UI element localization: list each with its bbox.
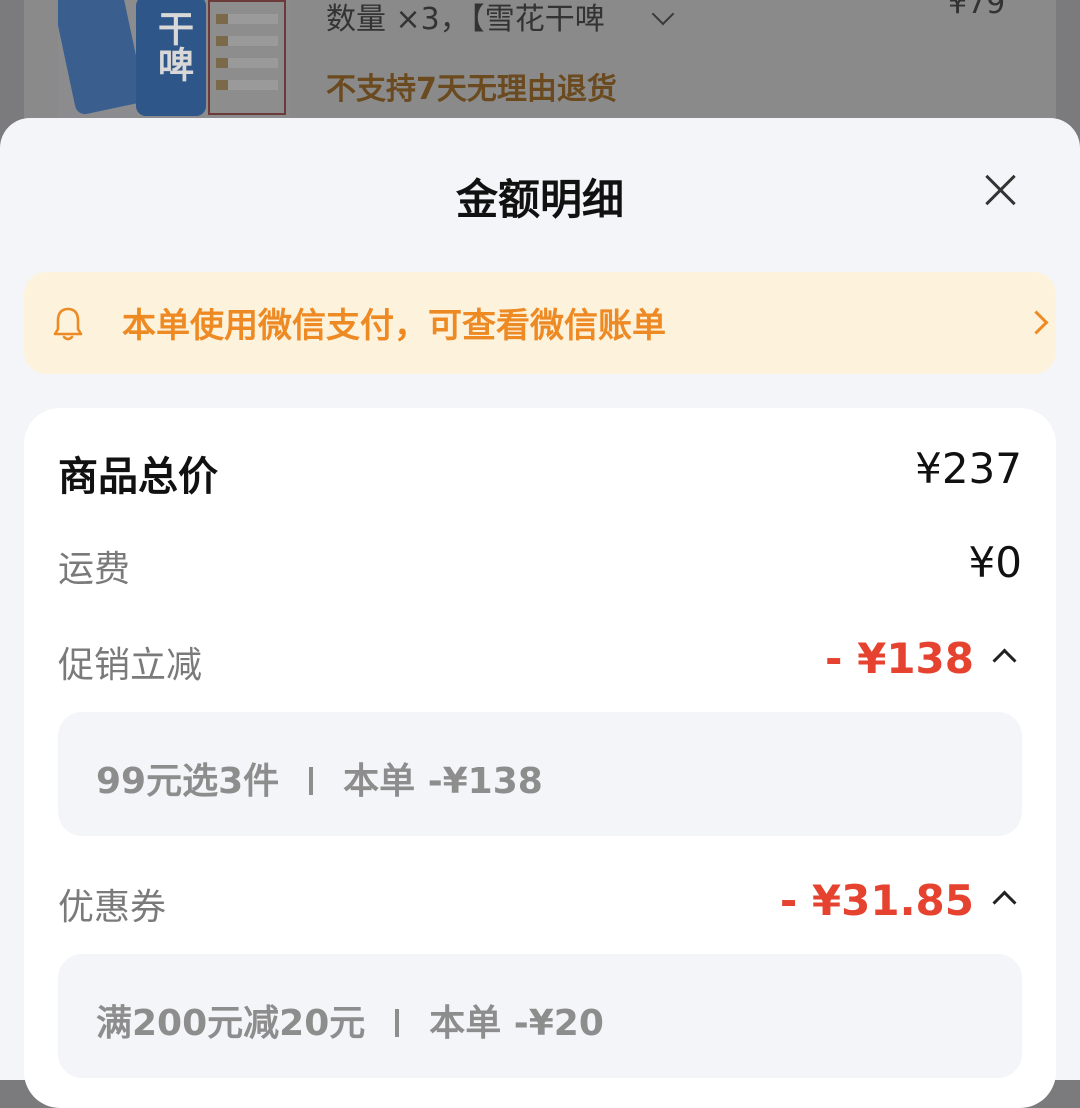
promotion-amount: - ¥138: [825, 634, 974, 683]
coupon-detail: 满200元减20元 本单 -¥20: [96, 1003, 604, 1044]
product-thumbnail: 干啤: [58, 0, 290, 120]
sheet-title: 金额明细: [455, 175, 624, 224]
amount-detail-sheet: 金额明细 本单使用微信支付，可查看微信账单 商品总价 ¥237 运费 ¥0 促销…: [0, 118, 1080, 1108]
beer-can-image: 干啤: [136, 0, 206, 116]
promotion-detail: 99元选3件 本单 -¥138: [96, 761, 543, 802]
goods-total-label: 商品总价: [58, 454, 218, 500]
order-price: ¥79: [948, 0, 1006, 21]
beer-can-image: [58, 0, 146, 116]
close-icon[interactable]: [980, 170, 1020, 210]
order-quantity-text: 数量 ×3，【雪花干啤: [326, 2, 605, 37]
return-policy-note: 不支持7天无理由退货: [326, 72, 617, 107]
chevron-right-icon: [1024, 310, 1049, 335]
promotion-label: 促销立减: [58, 645, 203, 686]
chevron-up-icon[interactable]: [992, 648, 1017, 673]
can-label: 干啤: [152, 10, 193, 82]
notice-text: 本单使用微信支付，可查看微信账单: [122, 306, 666, 346]
amount-breakdown-panel: 商品总价 ¥237 运费 ¥0 促销立减 - ¥138 99元选3件 本单 -¥1…: [24, 408, 1056, 1108]
bell-icon: [53, 307, 83, 341]
promo-graphic: [208, 0, 286, 115]
promotion-detail-box: 99元选3件 本单 -¥138: [58, 712, 1022, 836]
wechat-bill-notice[interactable]: 本单使用微信支付，可查看微信账单: [24, 272, 1056, 374]
goods-total-amount: ¥237: [915, 444, 1022, 493]
coupon-label: 优惠券: [58, 887, 167, 928]
shipping-amount: ¥0: [968, 538, 1022, 587]
coupon-detail-box: 满200元减20元 本单 -¥20: [58, 954, 1022, 1078]
coupon-amount: - ¥31.85: [779, 876, 974, 925]
chevron-up-icon[interactable]: [992, 890, 1017, 915]
shipping-label: 运费: [58, 549, 131, 590]
